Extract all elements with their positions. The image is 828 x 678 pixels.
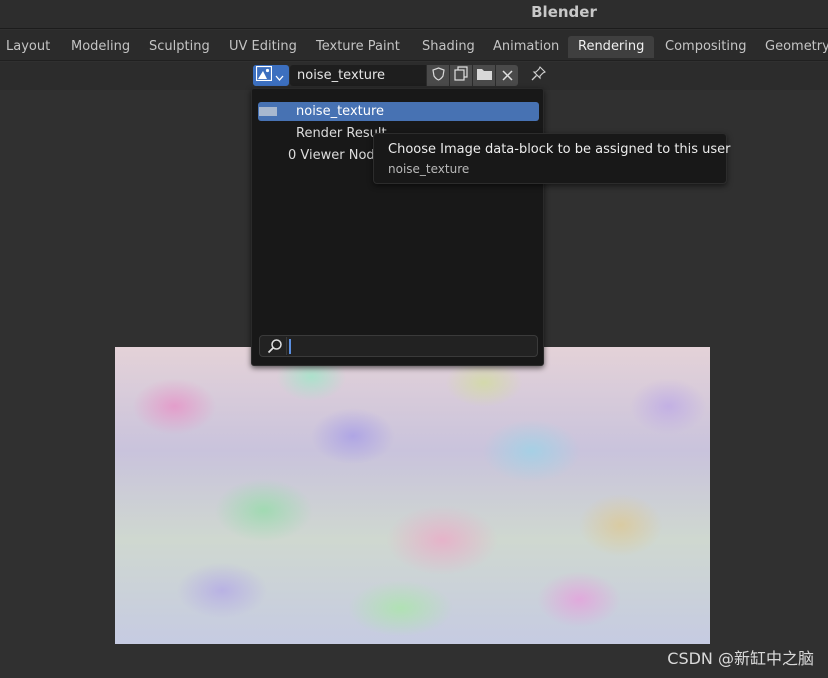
open-image-button[interactable] [473, 65, 495, 86]
tab-animation[interactable]: Animation [487, 36, 565, 58]
fake-user-button[interactable] [427, 65, 449, 86]
close-icon [501, 66, 513, 85]
image-browse-button[interactable] [253, 65, 289, 86]
tab-geometry[interactable]: Geometry [759, 36, 828, 58]
unlink-button[interactable] [496, 65, 518, 86]
pin-icon [531, 66, 546, 85]
noise-texture-preview [115, 347, 710, 644]
chevron-down-icon [275, 66, 284, 85]
tab-layout[interactable]: Layout [0, 36, 56, 58]
workspace-tabs: Layout Modeling Sculpting UV Editing Tex… [0, 30, 828, 61]
duplicate-button[interactable] [450, 65, 472, 86]
tooltip-title: Choose Image data-block to be assigned t… [388, 142, 731, 157]
shield-icon [431, 66, 445, 85]
image-search-box[interactable] [259, 335, 538, 357]
app-title: Blender [531, 3, 597, 21]
watermark: CSDN @新缸中之脑 [667, 649, 814, 668]
tooltip-value: noise_texture [388, 162, 470, 176]
tab-sculpting[interactable]: Sculpting [143, 36, 216, 58]
search-input[interactable] [290, 337, 534, 355]
tab-texture-paint[interactable]: Texture Paint [310, 36, 406, 58]
tab-modeling[interactable]: Modeling [65, 36, 136, 58]
tab-uv-editing[interactable]: UV Editing [223, 36, 303, 58]
image-item-label: noise_texture [296, 104, 385, 119]
window-titlebar: Blender [0, 0, 828, 29]
search-icon [263, 337, 287, 355]
image-name-field[interactable]: noise_texture [290, 65, 426, 86]
tab-compositing[interactable]: Compositing [659, 36, 753, 58]
image-browse-icon [255, 65, 273, 85]
tab-shading[interactable]: Shading [416, 36, 481, 58]
tooltip: Choose Image data-block to be assigned t… [373, 133, 731, 184]
image-browser-dropdown: noise_texture Render Result 0 Viewer Nod… [251, 88, 544, 366]
tab-rendering[interactable]: Rendering [568, 36, 655, 58]
duplicate-icon [453, 66, 469, 85]
image-thumbnail [259, 107, 277, 116]
pin-button[interactable] [527, 65, 549, 86]
image-item-noise-texture[interactable]: noise_texture [258, 102, 539, 121]
image-item-label: 0 Viewer Node [288, 148, 383, 163]
folder-icon [476, 66, 493, 85]
